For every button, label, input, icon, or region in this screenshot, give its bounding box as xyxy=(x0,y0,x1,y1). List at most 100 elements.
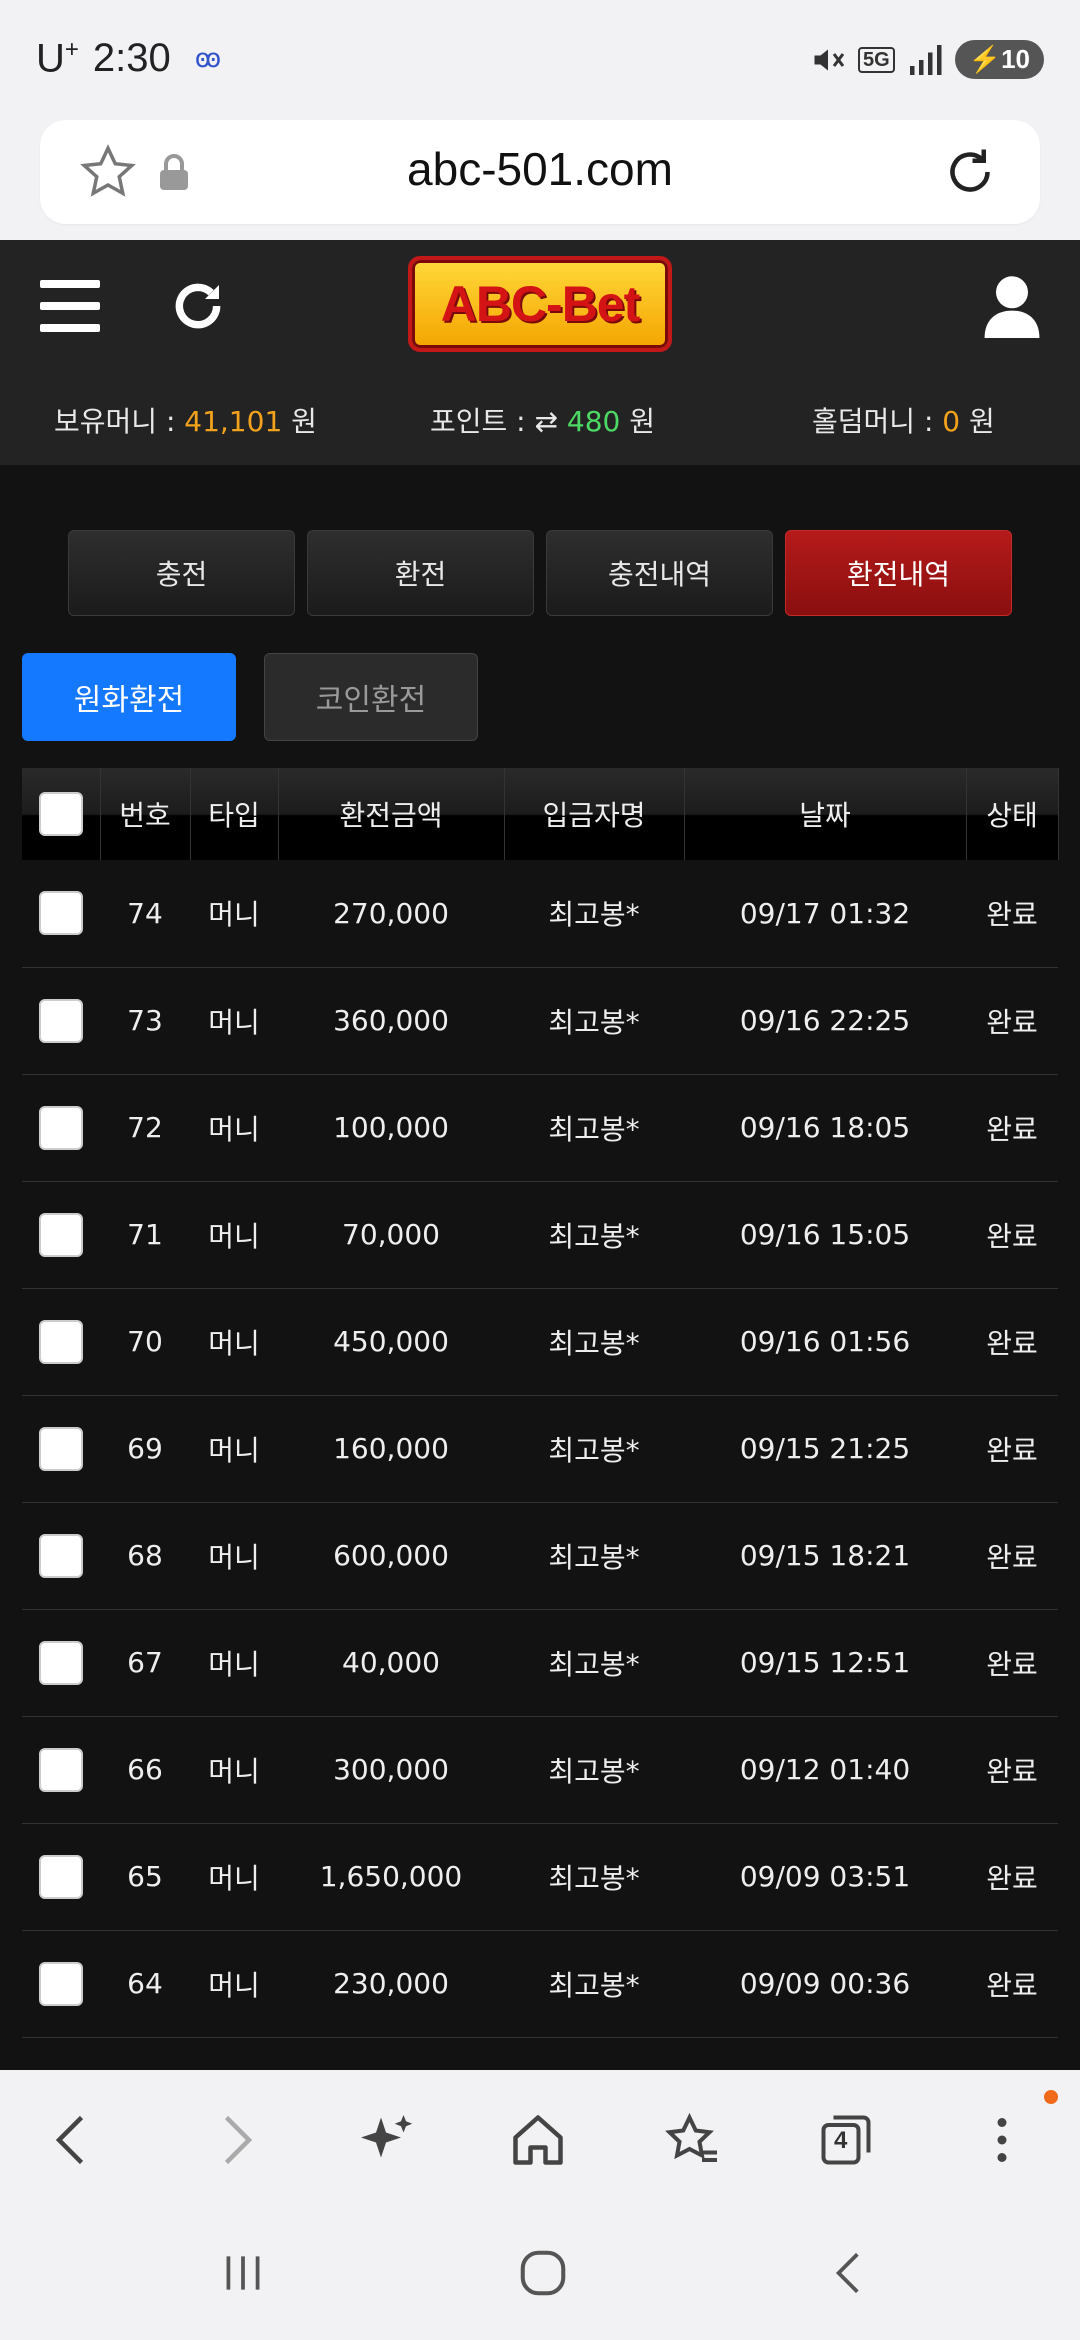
row-checkbox[interactable] xyxy=(39,998,83,1043)
row-status: 완료 xyxy=(966,1181,1058,1289)
status-bar: U+ 2:30 ꙭ 5G ⚡10 xyxy=(0,0,1080,118)
header-date: 날짜 xyxy=(684,768,967,860)
row-type: 머니 xyxy=(190,1074,278,1182)
convert-icon: ⇄ xyxy=(534,405,567,438)
table-row: 64 머니 230,000 최고봉* 09/09 00:36 완료 xyxy=(22,1930,1058,2038)
recent-apps-icon[interactable] xyxy=(218,2248,268,2298)
main-content: 충전 환전 충전내역 환전내역 원화환전 코인환전 번호 타입 환전금액 입금자… xyxy=(0,465,1080,2070)
row-depositor: 최고봉* xyxy=(504,1930,684,2038)
row-checkbox[interactable] xyxy=(39,1854,83,1899)
row-date: 09/16 15:05 xyxy=(684,1181,966,1289)
tab-withdraw[interactable]: 환전 xyxy=(307,530,534,616)
holdem-balance: 홀덤머니 : 0 원 xyxy=(812,405,995,438)
row-depositor: 최고봉* xyxy=(504,1502,684,1610)
tab-deposit[interactable]: 충전 xyxy=(68,530,295,616)
notification-icon: ꙭ xyxy=(194,43,222,74)
row-checkbox[interactable] xyxy=(39,1640,83,1685)
site-logo[interactable]: ABC-Bet xyxy=(408,256,672,352)
mute-icon xyxy=(814,49,845,70)
home-nav-icon[interactable] xyxy=(516,2246,570,2300)
row-number: 68 xyxy=(100,1502,190,1610)
header-type: 타입 xyxy=(190,768,279,860)
row-amount: 40,000 xyxy=(278,1609,504,1717)
row-status: 완료 xyxy=(966,1609,1058,1717)
row-select-cell xyxy=(22,1395,100,1503)
row-depositor: 최고봉* xyxy=(504,1716,684,1824)
row-status: 완료 xyxy=(966,1074,1058,1182)
table-row: 70 머니 450,000 최고봉* 09/16 01:56 완료 xyxy=(22,1288,1058,1396)
reload-icon[interactable] xyxy=(940,142,1000,202)
row-checkbox[interactable] xyxy=(39,1747,83,1792)
row-depositor: 최고봉* xyxy=(504,1074,684,1182)
subtab-krw-withdraw[interactable]: 원화환전 xyxy=(22,653,236,741)
network-type-icon: 5G xyxy=(858,46,895,73)
row-number: 74 xyxy=(100,860,190,968)
more-menu-icon[interactable] xyxy=(972,2110,1032,2170)
refresh-icon[interactable] xyxy=(170,278,226,334)
row-select-cell xyxy=(22,1609,100,1717)
row-checkbox[interactable] xyxy=(39,1961,83,2006)
point-balance: 포인트 : ⇄ 480 원 xyxy=(430,405,656,438)
tabs-button[interactable]: 4 xyxy=(816,2110,876,2170)
row-status: 완료 xyxy=(966,860,1058,968)
row-number: 65 xyxy=(100,1823,190,1931)
menu-icon[interactable] xyxy=(40,280,100,332)
row-date: 09/16 18:05 xyxy=(684,1074,966,1182)
row-checkbox[interactable] xyxy=(39,1105,83,1150)
table-row: 68 머니 600,000 최고봉* 09/15 18:21 완료 xyxy=(22,1502,1058,1610)
row-type: 머니 xyxy=(190,1823,278,1931)
row-date: 09/15 21:25 xyxy=(684,1395,966,1503)
forward-icon[interactable] xyxy=(204,2110,264,2170)
table-row: 66 머니 300,000 최고봉* 09/12 01:40 완료 xyxy=(22,1716,1058,1824)
ai-sparkle-icon[interactable] xyxy=(356,2110,416,2170)
row-number: 69 xyxy=(100,1395,190,1503)
row-checkbox[interactable] xyxy=(39,1426,83,1471)
back-nav-icon[interactable] xyxy=(824,2248,874,2298)
header-no: 번호 xyxy=(100,768,191,860)
row-checkbox[interactable] xyxy=(39,1533,83,1578)
home-icon[interactable] xyxy=(508,2110,568,2170)
header-status: 상태 xyxy=(966,768,1059,860)
row-status: 완료 xyxy=(966,1395,1058,1503)
tab-withdraw-history[interactable]: 환전내역 xyxy=(785,530,1012,616)
header-depositor: 입금자명 xyxy=(504,768,685,860)
row-checkbox[interactable] xyxy=(39,1319,83,1364)
clock: 2:30 xyxy=(92,36,171,81)
row-type: 머니 xyxy=(190,1502,278,1610)
back-icon[interactable] xyxy=(44,2110,104,2170)
row-select-cell xyxy=(22,1074,100,1182)
row-type: 머니 xyxy=(190,967,278,1075)
row-depositor: 최고봉* xyxy=(504,1395,684,1503)
row-amount: 450,000 xyxy=(278,1288,504,1396)
row-status: 완료 xyxy=(966,1502,1058,1610)
row-type: 머니 xyxy=(190,1288,278,1396)
row-amount: 300,000 xyxy=(278,1716,504,1824)
row-select-cell xyxy=(22,860,100,968)
row-checkbox[interactable] xyxy=(39,891,83,936)
table-row: 65 머니 1,650,000 최고봉* 09/09 03:51 완료 xyxy=(22,1823,1058,1931)
row-select-cell xyxy=(22,1716,100,1824)
address-bar[interactable]: abc-501.com xyxy=(40,120,1040,224)
user-icon[interactable] xyxy=(984,274,1040,338)
withdraw-history-table: 번호 타입 환전금액 입금자명 날짜 상태 74 머니 270,000 최고봉* 09/… xyxy=(22,768,1059,2038)
row-checkbox[interactable] xyxy=(39,1212,83,1257)
row-date: 09/15 12:51 xyxy=(684,1609,966,1717)
row-depositor: 최고봉* xyxy=(504,1609,684,1717)
row-type: 머니 xyxy=(190,1716,278,1824)
balance-bar: 보유머니 : 41,101 원 포인트 : ⇄ 480 원 홀덤머니 : 0 원 xyxy=(0,400,1080,450)
row-date: 09/09 00:36 xyxy=(684,1930,966,2038)
browser-toolbar: 4 xyxy=(0,2070,1080,2210)
select-all-checkbox[interactable] xyxy=(38,792,83,836)
subtab-coin-withdraw[interactable]: 코인환전 xyxy=(264,653,478,741)
row-number: 66 xyxy=(100,1716,190,1824)
battery-icon: ⚡10 xyxy=(954,40,1044,79)
notification-dot xyxy=(1044,2090,1058,2104)
tab-deposit-history[interactable]: 충전내역 xyxy=(546,530,773,616)
row-select-cell xyxy=(22,1823,100,1931)
row-status: 완료 xyxy=(966,967,1058,1075)
row-number: 71 xyxy=(100,1181,190,1289)
row-date: 09/16 01:56 xyxy=(684,1288,966,1396)
row-amount: 70,000 xyxy=(278,1181,504,1289)
bookmarks-icon[interactable] xyxy=(662,2110,722,2170)
url-text[interactable]: abc-501.com xyxy=(40,142,1040,196)
